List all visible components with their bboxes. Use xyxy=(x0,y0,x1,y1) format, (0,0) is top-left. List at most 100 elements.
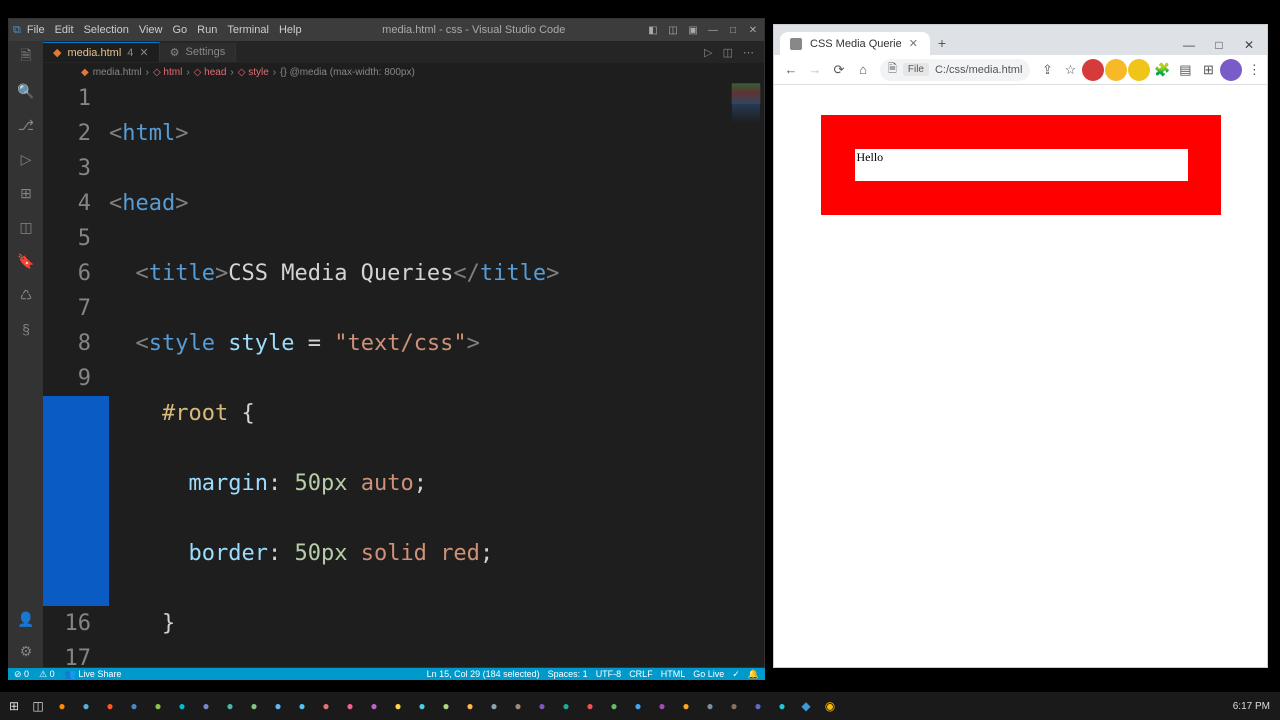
taskbar-app-icon[interactable]: ● xyxy=(76,696,96,716)
ext-icon-2[interactable] xyxy=(1105,59,1127,81)
taskbar-app-icon[interactable]: ● xyxy=(580,696,600,716)
taskbar-app-icon[interactable]: ● xyxy=(700,696,720,716)
misc-icon[interactable]: § xyxy=(16,319,36,339)
run-icon[interactable]: ▷ xyxy=(704,46,712,59)
gear-icon[interactable]: ⚙ xyxy=(16,641,36,661)
taskbar-app-icon[interactable]: ● xyxy=(148,696,168,716)
taskbar-app-icon[interactable]: ● xyxy=(220,696,240,716)
status-golive[interactable]: Go Live xyxy=(693,669,724,680)
testing-icon[interactable]: ♺ xyxy=(16,285,36,305)
tab-close-icon[interactable]: ✕ xyxy=(909,37,918,50)
remote-icon[interactable]: ◫ xyxy=(16,217,36,237)
tab-close-icon[interactable]: ✕ xyxy=(139,46,148,59)
status-errors[interactable]: ⊘ 0 xyxy=(14,669,29,680)
star-icon[interactable]: ☆ xyxy=(1059,59,1081,81)
taskbar-clock[interactable]: 6:17 PM xyxy=(1233,701,1276,712)
source-control-icon[interactable]: ⎇ xyxy=(16,115,36,135)
taskbar-app-icon[interactable]: ● xyxy=(604,696,624,716)
minimize-icon[interactable]: — xyxy=(706,23,720,37)
tab-settings[interactable]: ⚙ Settings xyxy=(160,43,237,62)
taskbar-app-icon[interactable]: ● xyxy=(292,696,312,716)
taskbar-app-icon[interactable]: ● xyxy=(772,696,792,716)
share-icon[interactable]: ⇪ xyxy=(1036,59,1058,81)
status-eol[interactable]: CRLF xyxy=(629,669,653,680)
taskbar-app-icon[interactable]: ● xyxy=(364,696,384,716)
ext-icon-1[interactable] xyxy=(1082,59,1104,81)
taskbar-vscode-icon[interactable]: ◆ xyxy=(796,696,816,716)
menu-help[interactable]: Help xyxy=(279,24,302,36)
taskbar-app-icon[interactable]: ● xyxy=(532,696,552,716)
tab-media-html[interactable]: ◆ media.html 4 ✕ xyxy=(43,42,160,62)
code-content[interactable]: <html> <head> <title>CSS Media Queries</… xyxy=(109,81,742,667)
back-icon[interactable]: ← xyxy=(780,59,802,81)
crumb-rule[interactable]: {} @media (max-width: 800px) xyxy=(280,67,415,78)
taskbar-chrome-icon[interactable]: ◉ xyxy=(820,696,840,716)
taskbar-app-icon[interactable]: ● xyxy=(556,696,576,716)
taskbar-app-icon[interactable]: ● xyxy=(652,696,672,716)
taskbar-app-icon[interactable]: ● xyxy=(748,696,768,716)
status-cursor[interactable]: Ln 15, Col 29 (184 selected) xyxy=(427,669,540,680)
taskbar-app-icon[interactable]: ● xyxy=(316,696,336,716)
task-view-icon[interactable]: ◫ xyxy=(28,696,48,716)
taskbar-app-icon[interactable]: ● xyxy=(676,696,696,716)
split-icon[interactable]: ◫ xyxy=(723,46,733,59)
code-editor[interactable]: 1 2 3 4 5 6 7 8 9 10 11 12 13 14 15 16 1 xyxy=(43,81,764,667)
menu-file[interactable]: File xyxy=(27,24,45,36)
close-icon[interactable]: ✕ xyxy=(1235,35,1263,55)
new-tab-button[interactable]: + xyxy=(930,31,954,55)
status-check-icon[interactable]: ✓ xyxy=(732,669,740,680)
layout-toggle-icon[interactable]: ◧ xyxy=(646,23,660,37)
taskbar-app-icon[interactable]: ● xyxy=(268,696,288,716)
browser-tab[interactable]: CSS Media Queries ✕ xyxy=(780,32,930,55)
taskbar-app-icon[interactable]: ● xyxy=(508,696,528,716)
menu-run[interactable]: Run xyxy=(197,24,217,36)
menu-terminal[interactable]: Terminal xyxy=(227,24,269,36)
menu-selection[interactable]: Selection xyxy=(84,24,129,36)
taskbar-app-icon[interactable]: ● xyxy=(244,696,264,716)
taskbar-app-icon[interactable]: ● xyxy=(484,696,504,716)
more-icon[interactable]: ⋯ xyxy=(743,46,754,59)
bookmark-icon[interactable]: 🔖 xyxy=(16,251,36,271)
taskbar-app-icon[interactable]: ● xyxy=(100,696,120,716)
menu-edit[interactable]: Edit xyxy=(55,24,74,36)
taskbar-app-icon[interactable]: ● xyxy=(340,696,360,716)
maximize-icon[interactable]: □ xyxy=(726,23,740,37)
forward-icon[interactable]: → xyxy=(804,59,826,81)
taskbar-app-icon[interactable]: ● xyxy=(628,696,648,716)
taskbar-app-icon[interactable]: ● xyxy=(124,696,144,716)
menu-view[interactable]: View xyxy=(139,24,163,36)
extensions-icon[interactable]: 🧩 xyxy=(1151,59,1173,81)
menu-icon[interactable]: ⋮ xyxy=(1243,59,1265,81)
layout-toggle3-icon[interactable]: ▣ xyxy=(686,23,700,37)
taskbar-app-icon[interactable]: ● xyxy=(460,696,480,716)
reading-list-icon[interactable]: ▤ xyxy=(1174,59,1196,81)
taskbar-app-icon[interactable]: ● xyxy=(388,696,408,716)
taskbar-app-icon[interactable]: ● xyxy=(412,696,432,716)
status-spaces[interactable]: Spaces: 1 xyxy=(548,669,588,680)
search-icon[interactable]: 🔍 xyxy=(16,81,36,101)
url-bar[interactable]: 🗎 File C:/css/media.html xyxy=(880,59,1030,81)
status-warnings[interactable]: ⚠ 0 xyxy=(39,669,55,680)
start-icon[interactable]: ⊞ xyxy=(4,696,24,716)
extensions-icon[interactable]: ⊞ xyxy=(16,183,36,203)
downloads-icon[interactable]: ⊞ xyxy=(1197,59,1219,81)
crumb-style[interactable]: ◇ style xyxy=(238,67,269,78)
reload-icon[interactable]: ⟳ xyxy=(828,59,850,81)
crumb-html[interactable]: ◇ html xyxy=(153,67,182,78)
account-icon[interactable]: 👤 xyxy=(16,609,36,629)
taskbar-app-icon[interactable]: ● xyxy=(724,696,744,716)
taskbar-app-icon[interactable]: ● xyxy=(436,696,456,716)
crumb-head[interactable]: ◇ head xyxy=(194,67,227,78)
home-icon[interactable]: ⌂ xyxy=(852,59,874,81)
taskbar-app-icon[interactable]: ● xyxy=(52,696,72,716)
menu-go[interactable]: Go xyxy=(172,24,187,36)
maximize-icon[interactable]: □ xyxy=(1205,35,1233,55)
ext-icon-3[interactable] xyxy=(1128,59,1150,81)
taskbar-app-icon[interactable]: ● xyxy=(172,696,192,716)
taskbar-app-icon[interactable]: ● xyxy=(196,696,216,716)
crumb-file[interactable]: media.html xyxy=(93,67,142,78)
status-lang[interactable]: HTML xyxy=(661,669,686,680)
status-encoding[interactable]: UTF-8 xyxy=(596,669,622,680)
breadcrumb[interactable]: ◆ media.html › ◇ html › ◇ head › ◇ style… xyxy=(43,63,764,81)
run-debug-icon[interactable]: ▷ xyxy=(16,149,36,169)
